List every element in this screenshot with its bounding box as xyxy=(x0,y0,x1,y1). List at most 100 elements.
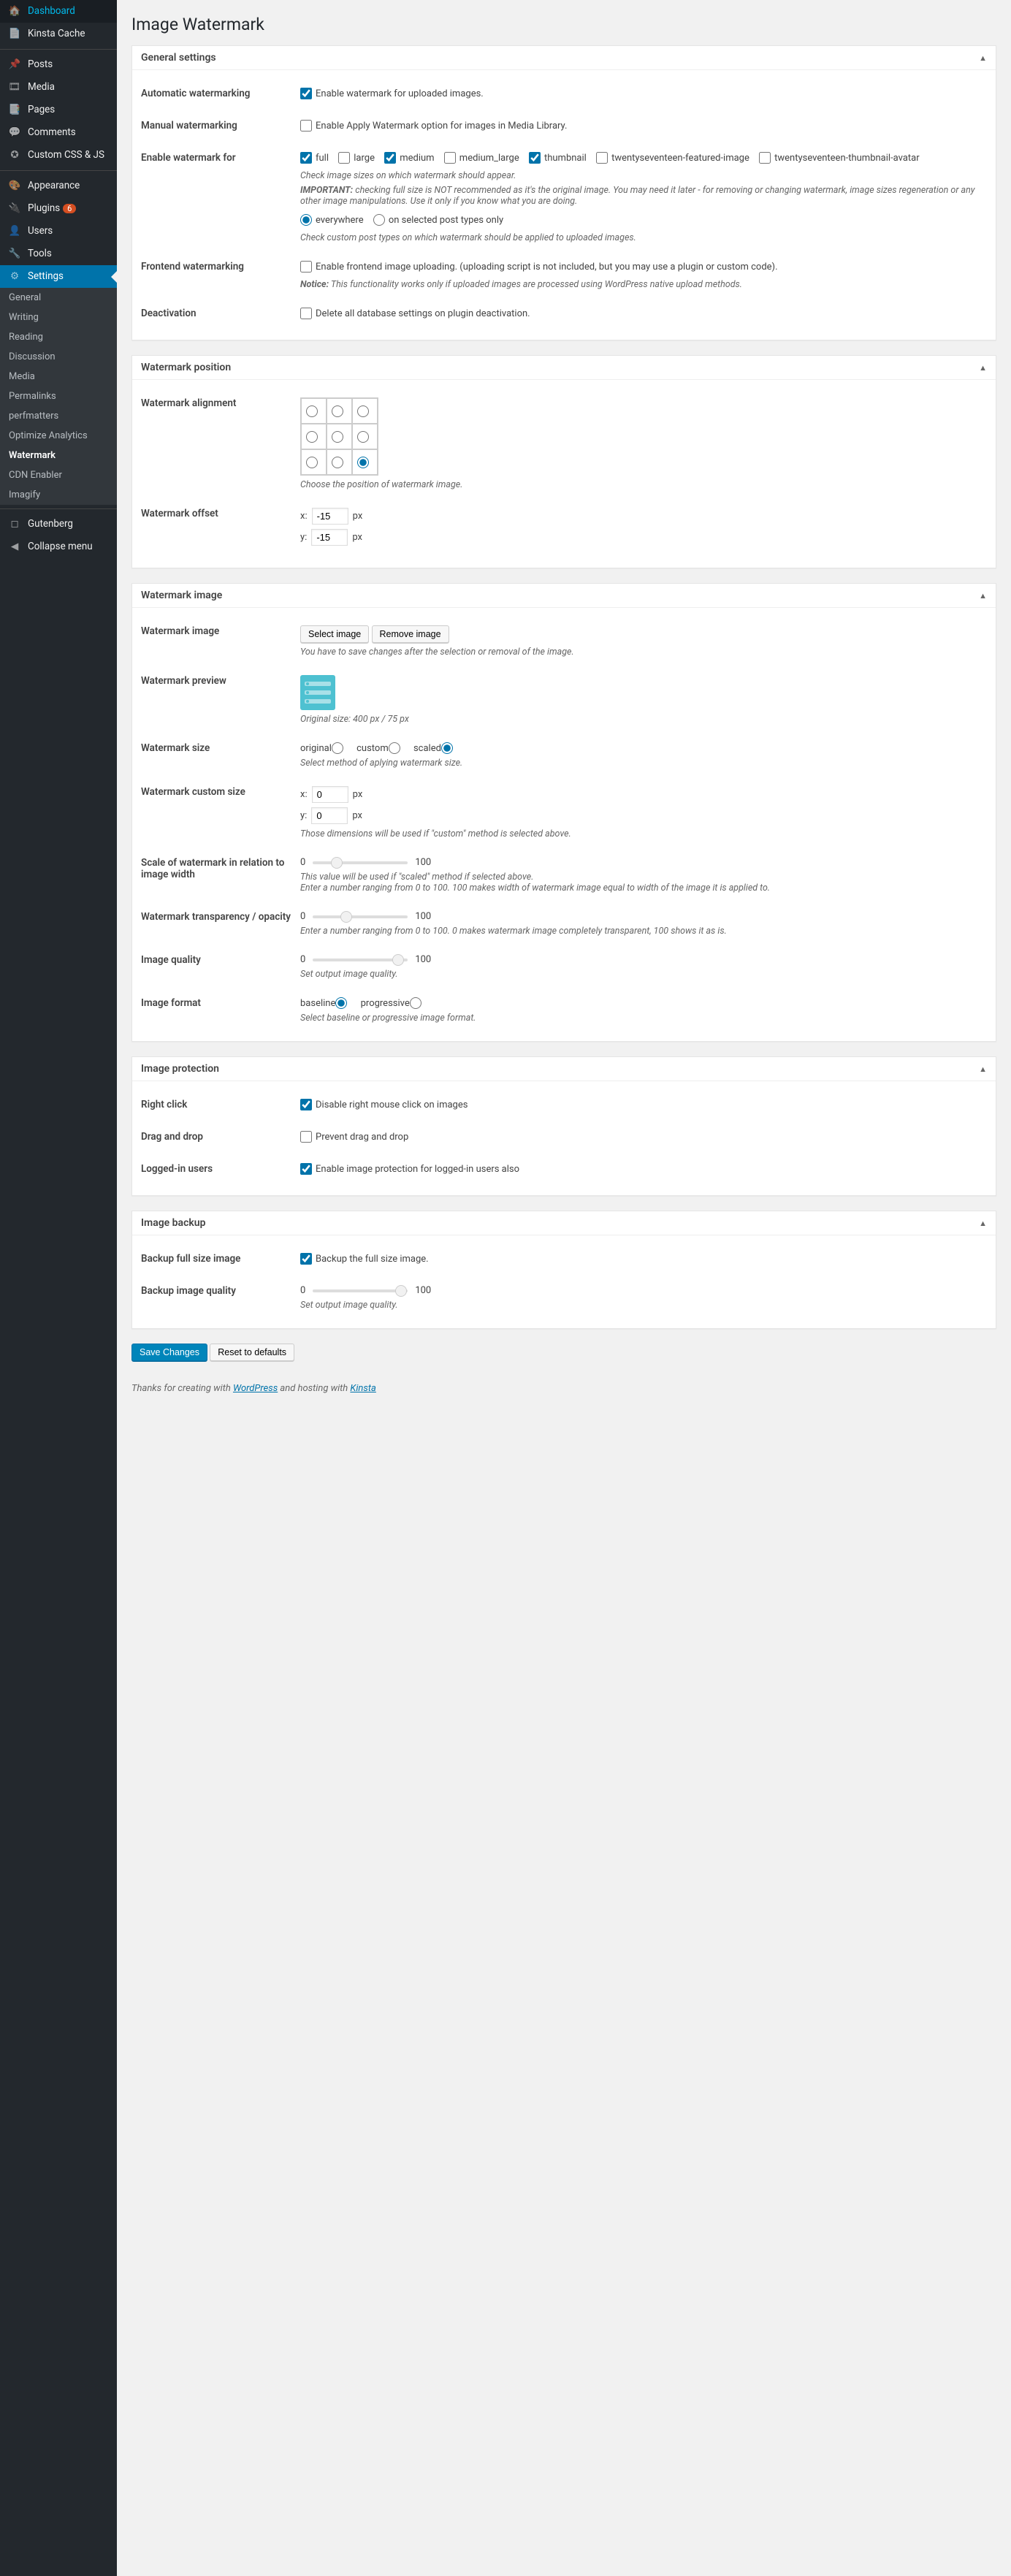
sidebar-sub-general[interactable]: General xyxy=(0,288,117,308)
custom-x-input[interactable] xyxy=(312,786,348,803)
kinsta-link[interactable]: Kinsta xyxy=(350,1383,375,1394)
sidebar-sub-cdn-enabler[interactable]: CDN Enabler xyxy=(0,465,117,485)
offset-y-input[interactable] xyxy=(311,529,348,546)
menu-icon: 📑 xyxy=(7,104,22,115)
chevron-up-icon: ▲ xyxy=(979,53,987,63)
size-original-radio[interactable]: original xyxy=(300,742,347,754)
watermark-preview-thumbnail xyxy=(300,675,335,710)
sidebar-item-comments[interactable]: 💬Comments xyxy=(0,121,117,144)
size-custom-radio[interactable]: custom xyxy=(356,742,404,754)
label-backup-quality: Backup image quality xyxy=(141,1285,300,1311)
sidebar-sub-discussion[interactable]: Discussion xyxy=(0,347,117,367)
chevron-up-icon: ▲ xyxy=(979,363,987,373)
desc-important: IMPORTANT: checking full size is NOT rec… xyxy=(300,185,987,207)
align-bc[interactable] xyxy=(327,449,352,475)
desc-size-method: Select method of aplying watermark size. xyxy=(300,758,987,769)
sidebar-sub-writing[interactable]: Writing xyxy=(0,308,117,327)
radio-everywhere[interactable]: everywhere xyxy=(300,214,364,226)
quality-slider[interactable] xyxy=(313,959,408,961)
sidebar-item-settings[interactable]: ⚙Settings xyxy=(0,265,117,288)
label-offset: Watermark offset xyxy=(141,508,300,550)
size-thumbnail-checkbox[interactable]: thumbnail xyxy=(529,152,587,164)
remove-image-button[interactable]: Remove image xyxy=(372,625,449,643)
sidebar-sub-watermark[interactable]: Watermark xyxy=(0,446,117,465)
panel-backup-toggle[interactable]: Image backup ▲ xyxy=(132,1211,996,1235)
frontend-checkbox[interactable]: Enable frontend image uploading. (upload… xyxy=(300,261,778,273)
align-tl[interactable] xyxy=(301,398,327,424)
panel-image-toggle[interactable]: Watermark image ▲ xyxy=(132,584,996,608)
sidebar-item-tools[interactable]: 🔧Tools xyxy=(0,243,117,265)
align-bl[interactable] xyxy=(301,449,327,475)
reset-button[interactable]: Reset to defaults xyxy=(210,1344,294,1361)
drag-checkbox[interactable]: Prevent drag and drop xyxy=(300,1131,408,1143)
format-baseline-radio[interactable]: baseline xyxy=(300,997,351,1009)
save-button[interactable]: Save Changes xyxy=(131,1344,207,1361)
sidebar-item-collapse-menu[interactable]: ◀Collapse menu xyxy=(0,536,117,558)
custom-y-input[interactable] xyxy=(311,807,348,824)
sidebar-item-custom-css-js[interactable]: ✪Custom CSS & JS xyxy=(0,144,117,167)
backup-full-checkbox[interactable]: Backup the full size image. xyxy=(300,1253,429,1265)
size-twentyseventeen-featured-image-checkbox[interactable]: twentyseventeen-featured-image xyxy=(596,152,749,164)
sidebar-item-users[interactable]: 👤Users xyxy=(0,220,117,243)
deactivation-checkbox[interactable]: Delete all database settings on plugin d… xyxy=(300,308,530,319)
wordpress-link[interactable]: WordPress xyxy=(233,1383,278,1394)
label-deactivation: Deactivation xyxy=(141,308,300,322)
menu-icon: ✪ xyxy=(7,150,22,161)
panel-heading: Image backup xyxy=(141,1217,205,1229)
chevron-up-icon: ▲ xyxy=(979,1064,987,1074)
align-tc[interactable] xyxy=(327,398,352,424)
sidebar-sub-imagify[interactable]: Imagify xyxy=(0,485,117,505)
align-ml[interactable] xyxy=(301,424,327,449)
format-progressive-radio[interactable]: progressive xyxy=(361,997,425,1009)
sidebar-item-appearance[interactable]: 🎨Appearance xyxy=(0,175,117,197)
sidebar-sub-perfmatters[interactable]: perfmatters xyxy=(0,406,117,426)
sidebar-item-pages[interactable]: 📑Pages xyxy=(0,99,117,121)
sidebar-sub-reading[interactable]: Reading xyxy=(0,327,117,347)
align-tr[interactable] xyxy=(352,398,378,424)
size-large-checkbox[interactable]: large xyxy=(338,152,375,164)
align-mr[interactable] xyxy=(352,424,378,449)
backup-quality-slider[interactable] xyxy=(313,1289,408,1292)
desc-alignment: Choose the position of watermark image. xyxy=(300,479,987,490)
label-opacity: Watermark transparency / opacity xyxy=(141,911,300,937)
menu-icon: 🏠 xyxy=(7,6,22,17)
opacity-slider[interactable] xyxy=(313,915,408,918)
size-scaled-radio[interactable]: scaled xyxy=(413,742,457,754)
footer-text: Thanks for creating with WordPress and h… xyxy=(131,1383,996,1394)
offset-x-input[interactable] xyxy=(312,508,348,525)
sidebar-sub-optimize-analytics[interactable]: Optimize Analytics xyxy=(0,426,117,446)
menu-icon: ◀ xyxy=(7,541,22,552)
manual-watermark-checkbox[interactable]: Enable Apply Watermark option for images… xyxy=(300,120,567,132)
sidebar-sub-permalinks[interactable]: Permalinks xyxy=(0,386,117,406)
update-badge: 6 xyxy=(63,204,76,213)
scale-slider[interactable] xyxy=(313,861,408,864)
panel-protection-toggle[interactable]: Image protection ▲ xyxy=(132,1057,996,1081)
sidebar-sub-media[interactable]: Media xyxy=(0,367,117,386)
menu-icon: 🎨 xyxy=(7,180,22,191)
rightclick-checkbox[interactable]: Disable right mouse click on images xyxy=(300,1099,468,1110)
desc-image-save: You have to save changes after the selec… xyxy=(300,647,987,658)
align-br[interactable] xyxy=(352,449,378,475)
size-medium-large-checkbox[interactable]: medium_large xyxy=(444,152,519,164)
size-medium-checkbox[interactable]: medium xyxy=(384,152,434,164)
desc-format: Select baseline or progressive image for… xyxy=(300,1013,987,1024)
sidebar-item-gutenberg[interactable]: ◻Gutenberg xyxy=(0,513,117,536)
sidebar-item-dashboard[interactable]: 🏠Dashboard xyxy=(0,0,117,23)
auto-watermark-checkbox[interactable]: Enable watermark for uploaded images. xyxy=(300,88,484,99)
label-enable-for: Enable watermark for xyxy=(141,152,300,243)
panel-position-toggle[interactable]: Watermark position ▲ xyxy=(132,356,996,380)
radio-selected-types[interactable]: on selected post types only xyxy=(373,214,503,226)
logged-checkbox[interactable]: Enable image protection for logged-in us… xyxy=(300,1163,519,1175)
menu-icon: 📄 xyxy=(7,28,22,39)
size-full-checkbox[interactable]: full xyxy=(300,152,329,164)
sidebar-item-posts[interactable]: 📌Posts xyxy=(0,53,117,76)
label-format: Image format xyxy=(141,997,300,1024)
sidebar-item-plugins[interactable]: 🔌Plugins6 xyxy=(0,197,117,220)
select-image-button[interactable]: Select image xyxy=(300,625,369,643)
size-twentyseventeen-thumbnail-avatar-checkbox[interactable]: twentyseventeen-thumbnail-avatar xyxy=(759,152,920,164)
label-custom-size: Watermark custom size xyxy=(141,786,300,839)
sidebar-item-kinsta-cache[interactable]: 📄Kinsta Cache xyxy=(0,23,117,45)
sidebar-item-media[interactable]: 🎞Media xyxy=(0,76,117,99)
align-mc[interactable] xyxy=(327,424,352,449)
panel-general-toggle[interactable]: General settings ▲ xyxy=(132,46,996,70)
